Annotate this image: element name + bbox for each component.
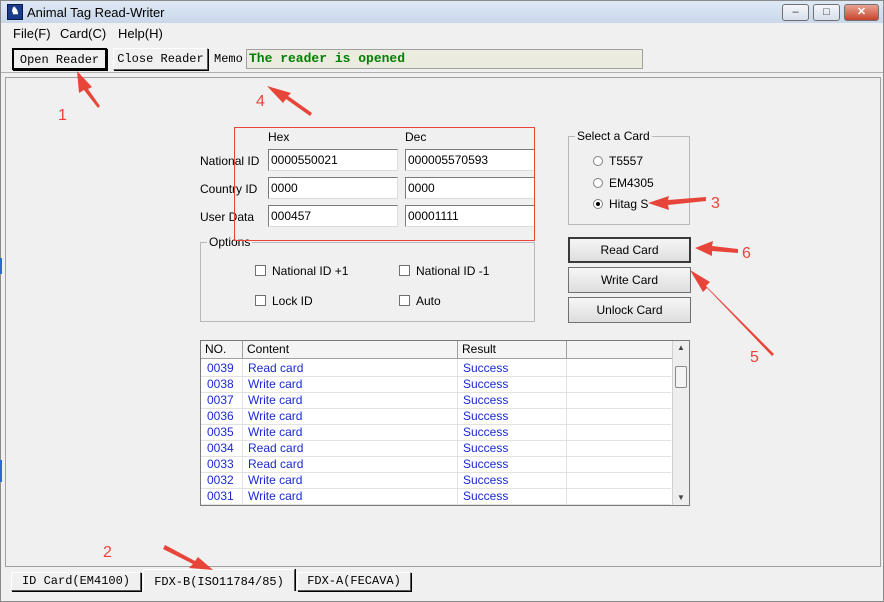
edge-artifact [0, 460, 2, 482]
log-cell-result: Success [463, 457, 509, 471]
log-cell-no: 0035 [207, 425, 234, 439]
log-row[interactable]: 0038 Write card Success [201, 377, 671, 393]
radio-hitag-s-label: Hitag S [609, 197, 649, 211]
log-row[interactable]: 0039 Read card Success [201, 361, 671, 377]
log-row[interactable]: 0034 Read card Success [201, 441, 671, 457]
log-cell-content: Write card [248, 409, 303, 423]
checkbox-lock-id-label: Lock ID [272, 294, 313, 308]
checkbox-national-id-minus-label: National ID -1 [416, 264, 490, 278]
log-cell-result: Success [463, 377, 509, 391]
read-card-button[interactable]: Read Card [568, 237, 691, 263]
unlock-card-button[interactable]: Unlock Card [568, 297, 691, 323]
log-row[interactable]: 0035 Write card Success [201, 425, 671, 441]
column-content[interactable]: Content [243, 341, 458, 359]
log-row[interactable]: 0032 Write card Success [201, 473, 671, 489]
checkbox-national-id-plus-label: National ID +1 [272, 264, 349, 278]
tab-bar: ID Card(EM4100) FDX-B(ISO11784/85) FDX-A… [5, 569, 881, 593]
maximize-button[interactable]: □ [813, 4, 840, 21]
memo-label: Memo [214, 52, 243, 66]
log-cell-no: 0039 [207, 361, 234, 375]
log-cell-content: Read card [248, 361, 304, 375]
annotation-number: 5 [750, 349, 759, 366]
log-list[interactable]: NO. Content Result 0039 Read card Success 0… [200, 340, 690, 506]
log-cell-content: Write card [248, 489, 303, 503]
scroll-up-arrow-icon[interactable]: ▲ [673, 341, 689, 355]
highlight-box [234, 127, 535, 241]
annotation-number: 2 [103, 544, 112, 561]
radio-hitag-s[interactable] [593, 199, 603, 209]
log-header: NO. Content Result [201, 341, 673, 359]
log-cell-result: Success [463, 409, 509, 423]
checkbox-auto-label: Auto [416, 294, 441, 308]
log-row[interactable]: 0031 Write card Success [201, 489, 671, 505]
log-cell-result: Success [463, 441, 509, 455]
column-result[interactable]: Result [458, 341, 567, 359]
scroll-thumb[interactable] [675, 366, 687, 388]
tab-fdx-b[interactable]: FDX-B(ISO11784/85) [143, 569, 295, 591]
options-group [200, 242, 535, 322]
checkbox-auto[interactable] [399, 295, 410, 306]
log-cell-content: Read card [248, 441, 304, 455]
radio-em4305[interactable] [593, 178, 603, 188]
menu-help[interactable]: Help(H) [118, 26, 163, 41]
annotation-number: 3 [711, 195, 720, 212]
toolbar: Open Reader Close Reader Memo The reader… [1, 43, 883, 73]
column-no[interactable]: NO. [201, 341, 243, 359]
log-row[interactable]: 0036 Write card Success [201, 409, 671, 425]
close-reader-button[interactable]: Close Reader [113, 48, 208, 70]
log-cell-no: 0031 [207, 489, 234, 503]
log-cell-no: 0034 [207, 441, 234, 455]
log-cell-no: 0037 [207, 393, 234, 407]
open-reader-button[interactable]: Open Reader [12, 48, 107, 70]
checkbox-national-id-minus[interactable] [399, 265, 410, 276]
window-title: Animal Tag Read-Writer [27, 5, 165, 20]
checkbox-lock-id[interactable] [255, 295, 266, 306]
log-cell-result: Success [463, 361, 509, 375]
checkbox-national-id-plus[interactable] [255, 265, 266, 276]
log-cell-content: Write card [248, 425, 303, 439]
log-cell-no: 0032 [207, 473, 234, 487]
scroll-down-arrow-icon[interactable]: ▼ [673, 491, 689, 505]
log-cell-content: Read card [248, 457, 304, 471]
app-window: ♞ Animal Tag Read-Writer – □ ✕ File(F) C… [0, 0, 884, 602]
log-cell-result: Success [463, 425, 509, 439]
log-cell-result: Success [463, 489, 509, 503]
radio-t5557[interactable] [593, 156, 603, 166]
app-icon: ♞ [7, 4, 23, 20]
title-bar[interactable]: ♞ Animal Tag Read-Writer – □ ✕ [1, 1, 883, 23]
tab-id-card[interactable]: ID Card(EM4100) [11, 572, 141, 591]
log-cell-content: Write card [248, 377, 303, 391]
log-cell-no: 0033 [207, 457, 234, 471]
minimize-button[interactable]: – [782, 4, 809, 21]
memo-field: The reader is opened [246, 49, 643, 69]
select-card-title: Select a Card [575, 129, 652, 143]
log-cell-content: Write card [248, 393, 303, 407]
log-cell-result: Success [463, 393, 509, 407]
log-row[interactable]: 0037 Write card Success [201, 393, 671, 409]
log-cell-result: Success [463, 473, 509, 487]
annotation-number: 1 [58, 107, 67, 124]
annotation-number: 6 [742, 245, 751, 262]
log-cell-no: 0038 [207, 377, 234, 391]
edge-artifact [0, 258, 2, 274]
annotation-number: 4 [256, 93, 265, 110]
write-card-button[interactable]: Write Card [568, 267, 691, 293]
log-cell-no: 0036 [207, 409, 234, 423]
log-cell-content: Write card [248, 473, 303, 487]
menu-bar: File(F) Card(C) Help(H) [1, 23, 883, 43]
menu-card[interactable]: Card(C) [60, 26, 106, 41]
radio-em4305-label: EM4305 [609, 176, 654, 190]
radio-t5557-label: T5557 [609, 154, 644, 168]
menu-file[interactable]: File(F) [13, 26, 51, 41]
log-row[interactable]: 0033 Read card Success [201, 457, 671, 473]
log-scrollbar[interactable]: ▲ ▼ [672, 341, 689, 505]
tab-fdx-a[interactable]: FDX-A(FECAVA) [297, 572, 411, 591]
close-button[interactable]: ✕ [844, 4, 879, 21]
